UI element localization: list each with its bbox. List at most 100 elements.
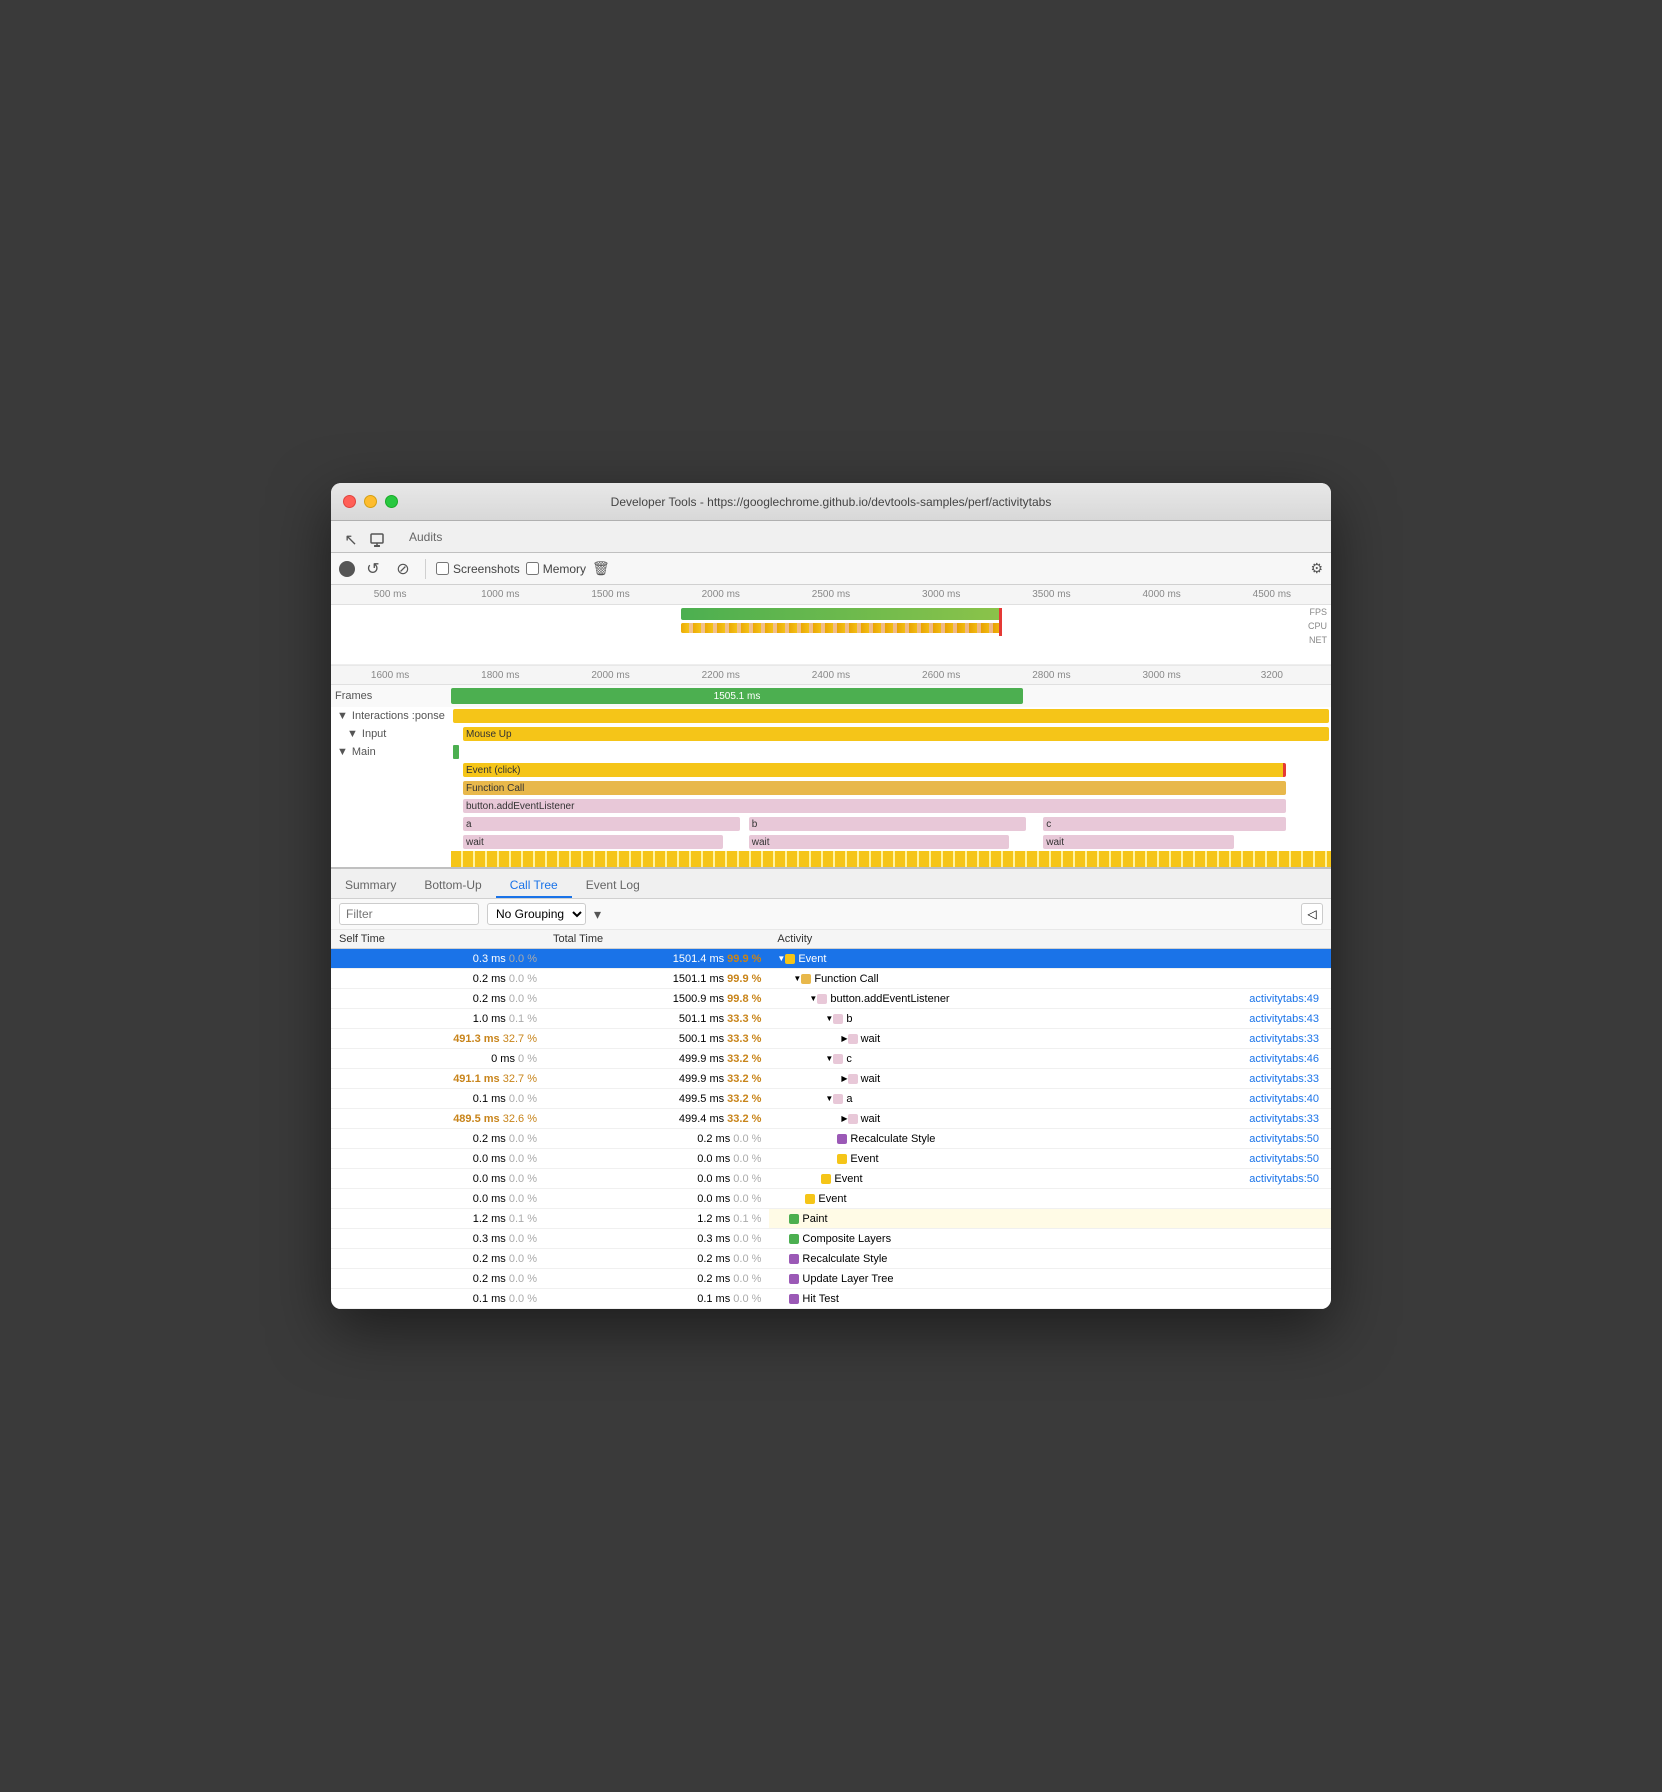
collapse-button[interactable]: ◁ [1301, 903, 1323, 925]
table-row[interactable]: 0.2 ms 0.0 %0.2 ms 0.0 % Recalculate Sty… [331, 1129, 1331, 1149]
event-click-bar[interactable]: Event (click) [463, 763, 1286, 777]
table-row[interactable]: 0.3 ms 0.0 %1501.4 ms 99.9 %▼ Event [331, 949, 1331, 969]
ruler1-label: 2500 ms [776, 589, 886, 600]
screenshots-checkbox-label[interactable]: Screenshots [436, 562, 520, 576]
cell-activity: Eventactivitytabs:50 [769, 1149, 1331, 1169]
bottom-tab-summary[interactable]: Summary [331, 874, 410, 898]
activity-link[interactable]: activitytabs:50 [1249, 1133, 1323, 1145]
table-row[interactable]: 0.0 ms 0.0 %0.0 ms 0.0 % Event [331, 1189, 1331, 1209]
table-row[interactable]: 0 ms 0 %499.9 ms 33.2 %▼ cactivitytabs:4… [331, 1049, 1331, 1069]
table-row[interactable]: 0.1 ms 0.0 %499.5 ms 33.2 %▼ aactivityta… [331, 1089, 1331, 1109]
activity-link[interactable]: activitytabs:50 [1249, 1173, 1323, 1185]
table-header: Self Time Total Time Activity [331, 930, 1331, 949]
cell-activity: Composite Layers [769, 1229, 1331, 1249]
c-bar[interactable]: c [1043, 817, 1285, 831]
fps-label: FPS [1309, 607, 1327, 617]
cell-total-time: 499.5 ms 33.2 % [545, 1089, 769, 1109]
cell-self-time: 491.3 ms 32.7 % [331, 1029, 545, 1049]
table-row[interactable]: 491.3 ms 32.7 %500.1 ms 33.3 %▶ waitacti… [331, 1029, 1331, 1049]
bottom-tabs: SummaryBottom-UpCall TreeEvent Log [331, 869, 1331, 899]
memory-checkbox[interactable] [526, 562, 539, 575]
activity-link[interactable]: activitytabs:33 [1249, 1113, 1323, 1125]
wait2-bar[interactable]: wait [749, 835, 1009, 849]
activity-link[interactable]: activitytabs:46 [1249, 1053, 1323, 1065]
refresh-icon[interactable]: ↺ [361, 557, 385, 581]
ruler2-label: 1600 ms [335, 670, 445, 681]
cell-activity: ▼ Event [769, 949, 1331, 969]
ruler2-label: 2000 ms [555, 670, 665, 681]
b-bar[interactable]: b [749, 817, 1026, 831]
close-button[interactable] [343, 495, 356, 508]
grouping-dropdown-icon[interactable]: ▾ [594, 906, 601, 923]
cpu-bar-overlay [681, 623, 1001, 633]
cursor-icon[interactable]: ↖ [339, 528, 363, 552]
event-click-text: Event (click) [466, 765, 520, 776]
bottom-tab-call-tree[interactable]: Call Tree [496, 874, 572, 898]
ruler-top: 500 ms1000 ms1500 ms2000 ms2500 ms3000 m… [331, 585, 1331, 605]
bottom-tab-event-log[interactable]: Event Log [572, 874, 654, 898]
cell-total-time: 1.2 ms 0.1 % [545, 1209, 769, 1229]
table-row[interactable]: 1.2 ms 0.1 %1.2 ms 0.1 % Paint [331, 1209, 1331, 1229]
minimize-button[interactable] [364, 495, 377, 508]
activity-link[interactable]: activitytabs:43 [1249, 1013, 1323, 1025]
expand-input[interactable]: ▼ [347, 728, 358, 740]
table-row[interactable]: 0.0 ms 0.0 %0.0 ms 0.0 % Eventactivityta… [331, 1149, 1331, 1169]
ruler1-label: 1500 ms [555, 589, 665, 600]
function-call-bar[interactable]: Function Call [463, 781, 1286, 795]
screenshots-checkbox[interactable] [436, 562, 449, 575]
memory-checkbox-label[interactable]: Memory [526, 562, 586, 576]
table-row[interactable]: 0.2 ms 0.0 %0.2 ms 0.0 % Recalculate Sty… [331, 1249, 1331, 1269]
expand-main[interactable]: ▼ [337, 746, 348, 758]
main-indicator [453, 745, 459, 759]
settings-button[interactable]: ⚙ [1310, 560, 1323, 577]
table-row[interactable]: 1.0 ms 0.1 %501.1 ms 33.3 %▼ bactivityta… [331, 1009, 1331, 1029]
activity-link[interactable]: activitytabs:50 [1249, 1153, 1323, 1165]
table-row[interactable]: 0.3 ms 0.0 %0.3 ms 0.0 % Composite Layer… [331, 1229, 1331, 1249]
cell-total-time: 0.0 ms 0.0 % [545, 1149, 769, 1169]
cell-self-time: 0.0 ms 0.0 % [331, 1189, 545, 1209]
window-title: Developer Tools - https://googlechrome.g… [611, 495, 1052, 509]
ruler2-label: 2200 ms [666, 670, 776, 681]
bottom-tab-bottom-up[interactable]: Bottom-Up [410, 874, 495, 898]
table-scroll[interactable]: Self Time Total Time Activity 0.3 ms 0.0… [331, 930, 1331, 1309]
btn-listener-row: button.addEventListener [331, 797, 1331, 815]
clear-button[interactable]: 🗑 [592, 560, 610, 577]
table-row[interactable]: 0.2 ms 0.0 %1500.9 ms 99.8 %▼ button.add… [331, 989, 1331, 1009]
btn-listener-bar[interactable]: button.addEventListener [463, 799, 1286, 813]
activity-link[interactable]: activitytabs:33 [1249, 1033, 1323, 1045]
cell-self-time: 0.3 ms 0.0 % [331, 1229, 545, 1249]
filter-input[interactable] [339, 903, 479, 925]
cell-total-time: 0.2 ms 0.0 % [545, 1129, 769, 1149]
table-row[interactable]: 0.0 ms 0.0 %0.0 ms 0.0 % Eventactivityta… [331, 1169, 1331, 1189]
expand-interactions[interactable]: ▼ [337, 710, 348, 722]
inspect-icon[interactable] [365, 528, 389, 552]
function-call-text: Function Call [466, 783, 524, 794]
wait3-bar[interactable]: wait [1043, 835, 1234, 849]
frames-row: Frames 1505.1 ms [331, 685, 1331, 707]
cell-total-time: 0.2 ms 0.0 % [545, 1269, 769, 1289]
btn-listener-text: button.addEventListener [466, 801, 574, 812]
cell-total-time: 0.0 ms 0.0 % [545, 1189, 769, 1209]
record-button[interactable] [339, 561, 355, 577]
stop-icon[interactable]: ⊘ [391, 557, 415, 581]
activity-link[interactable]: activitytabs:49 [1249, 993, 1323, 1005]
interactions-row: ▼ Interactions :ponse [331, 707, 1331, 725]
function-call-row: Function Call [331, 779, 1331, 797]
activity-link[interactable]: activitytabs:33 [1249, 1073, 1323, 1085]
ruler1-label: 4500 ms [1217, 589, 1327, 600]
activity-link[interactable]: activitytabs:40 [1249, 1093, 1323, 1105]
table-row[interactable]: 489.5 ms 32.6 %499.4 ms 33.2 %▶ waitacti… [331, 1109, 1331, 1129]
table-row[interactable]: 0.1 ms 0.0 %0.1 ms 0.0 % Hit Test [331, 1289, 1331, 1309]
red-marker [999, 608, 1002, 636]
table-row[interactable]: 491.1 ms 32.7 %499.9 ms 33.2 %▶ waitacti… [331, 1069, 1331, 1089]
a-bar[interactable]: a [463, 817, 740, 831]
wait1-bar[interactable]: wait [463, 835, 723, 849]
input-row: ▼ Input Mouse Up [331, 725, 1331, 743]
maximize-button[interactable] [385, 495, 398, 508]
table-row[interactable]: 0.2 ms 0.0 %0.2 ms 0.0 % Update Layer Tr… [331, 1269, 1331, 1289]
ruler2-labels: 1600 ms1800 ms2000 ms2200 ms2400 ms2600 … [335, 670, 1327, 681]
table-row[interactable]: 0.2 ms 0.0 %1501.1 ms 99.9 %▼ Function C… [331, 969, 1331, 989]
grouping-select[interactable]: No Grouping [487, 903, 586, 925]
tab-audits[interactable]: Audits [397, 524, 490, 552]
ruler2-label: 1800 ms [445, 670, 555, 681]
